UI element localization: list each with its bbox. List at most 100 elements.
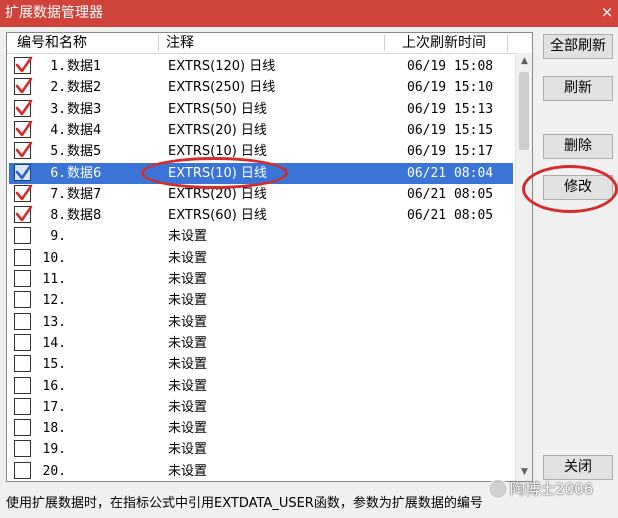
row-number: 17. [42,399,66,415]
list-header: 编号和名称 注释 上次刷新时间 [7,33,515,54]
checkmark-icon [15,205,33,222]
watermark-text: 陶博士2006 [510,480,594,498]
list-item[interactable]: 5. 数据5 EXTRS(10) 日线 06/19 15:17 [9,141,513,162]
row-number: 5. [50,144,66,160]
header-note[interactable]: 注释 [166,33,194,53]
list-item[interactable]: 12. 未设置 [9,290,513,311]
refresh-button[interactable]: 刷新 [543,76,613,101]
list-item[interactable]: 8. 数据8 EXTRS(60) 日线 06/21 08:05 [9,205,513,226]
list-item[interactable]: 4. 数据4 EXTRS(20) 日线 06/19 15:15 [9,120,513,141]
checkbox-icon[interactable] [14,248,31,266]
list-item[interactable]: 20. 未设置 [9,461,513,481]
title-bar: 扩展数据管理器 × [0,0,618,27]
checkbox-icon[interactable] [14,333,31,351]
checkbox-icon[interactable] [14,440,31,458]
checkbox-icon[interactable] [14,376,31,394]
row-number: 12. [42,293,66,309]
row-refresh-time: 06/21 08:05 [407,186,494,202]
checkbox-icon[interactable] [14,163,33,181]
header-divider[interactable] [507,35,508,51]
row-note: 未设置 [168,229,208,245]
close-button[interactable]: 关闭 [543,455,613,480]
list-item[interactable]: 1. 数据1 EXTRS(120) 日线 06/19 15:08 [9,56,513,77]
row-note: 未设置 [168,335,208,351]
row-note: 未设置 [168,250,208,266]
header-divider[interactable] [158,35,159,51]
list-item[interactable]: 6. 数据6 EXTRS(10) 日线 06/21 08:04 [9,162,513,184]
checkmark-icon [15,141,33,158]
data-list[interactable]: 编号和名称 注释 上次刷新时间 1. 数据1 EXTRS(120) 日线 06/19 … [6,32,533,482]
checkmark-icon [15,99,33,115]
row-number: 16. [42,378,66,394]
row-number: 10. [42,250,66,266]
row-refresh-time: 06/19 15:10 [407,80,494,96]
wechat-icon [488,479,508,499]
row-number: 8. [50,208,66,224]
checkbox-icon[interactable] [14,312,31,330]
list-item[interactable]: 19. 未设置 [9,439,513,460]
checkmark-icon [15,56,33,73]
refresh-all-button[interactable]: 全部刷新 [543,34,613,59]
row-refresh-time: 06/21 08:05 [407,208,494,224]
list-item[interactable]: 14. 未设置 [9,333,513,354]
checkbox-icon[interactable] [14,397,31,415]
row-number: 15. [42,357,66,373]
checkbox-icon[interactable] [14,461,31,479]
list-item[interactable]: 7. 数据7 EXTRS(20) 日线 06/21 08:05 [9,184,513,205]
row-note: EXTRS(10) 日线 [168,165,267,181]
checkbox-icon[interactable] [14,205,33,224]
row-note: 未设置 [168,399,208,415]
row-note: 未设置 [168,378,208,394]
scrollbar-thumb[interactable] [519,72,529,150]
row-name: 数据2 [67,80,102,96]
list-item[interactable]: 10. 未设置 [9,248,513,269]
checkbox-icon[interactable] [14,120,33,138]
row-note: 未设置 [168,272,208,287]
checkbox-icon[interactable] [14,227,31,245]
header-time[interactable]: 上次刷新时间 [402,33,486,53]
extended-data-manager-window: 扩展数据管理器 × 编号和名称 注释 上次刷新时间 1. 数据1 EXTRS(120… [0,0,618,518]
row-number: 14. [42,335,66,351]
checkbox-icon[interactable] [14,184,33,202]
row-note: EXTRS(60) 日线 [168,208,267,224]
modify-button[interactable]: 修改 [543,175,613,200]
list-item[interactable]: 17. 未设置 [9,397,513,418]
checkbox-icon[interactable] [14,270,31,287]
row-name: 数据4 [67,122,102,138]
row-number: 4. [50,122,66,138]
list-item[interactable]: 18. 未设置 [9,418,513,439]
chevron-up-icon[interactable]: ▲ [516,53,532,70]
delete-button[interactable]: 删除 [543,134,613,159]
row-note: EXTRS(250) 日线 [168,80,276,96]
row-number: 9. [50,229,66,245]
checkbox-icon[interactable] [14,141,33,160]
header-name[interactable]: 编号和名称 [17,33,87,53]
list-item[interactable]: 16. 未设置 [9,376,513,397]
row-number: 1. [50,59,66,74]
list-item[interactable]: 3. 数据3 EXTRS(50) 日线 06/19 15:13 [9,99,513,120]
row-name: 数据3 [67,101,102,117]
checkmark-icon [15,163,33,179]
row-refresh-time: 06/19 15:15 [407,122,494,138]
row-number: 3. [50,101,66,117]
checkbox-icon[interactable] [14,291,31,309]
list-item[interactable]: 13. 未设置 [9,312,513,333]
row-number: 2. [50,80,66,96]
checkbox-icon[interactable] [14,56,33,74]
row-name: 数据6 [67,165,102,181]
checkbox-icon[interactable] [14,419,31,437]
row-name: 数据8 [67,208,102,224]
checkbox-icon[interactable] [14,99,33,117]
row-note: 未设置 [168,293,208,309]
list-item[interactable]: 11. 未设置 [9,269,513,290]
vertical-scrollbar[interactable]: ▲ ▼ [515,53,532,481]
checkbox-icon[interactable] [14,77,33,96]
row-note: 未设置 [168,421,208,437]
list-item[interactable]: 15. 未设置 [9,354,513,375]
window-title: 扩展数据管理器 [5,5,103,21]
list-item[interactable]: 9. 未设置 [9,226,513,247]
header-divider[interactable] [384,35,385,51]
list-item[interactable]: 2. 数据2 EXTRS(250) 日线 06/19 15:10 [9,77,513,98]
checkbox-icon[interactable] [14,355,31,373]
close-icon[interactable]: × [598,2,616,22]
